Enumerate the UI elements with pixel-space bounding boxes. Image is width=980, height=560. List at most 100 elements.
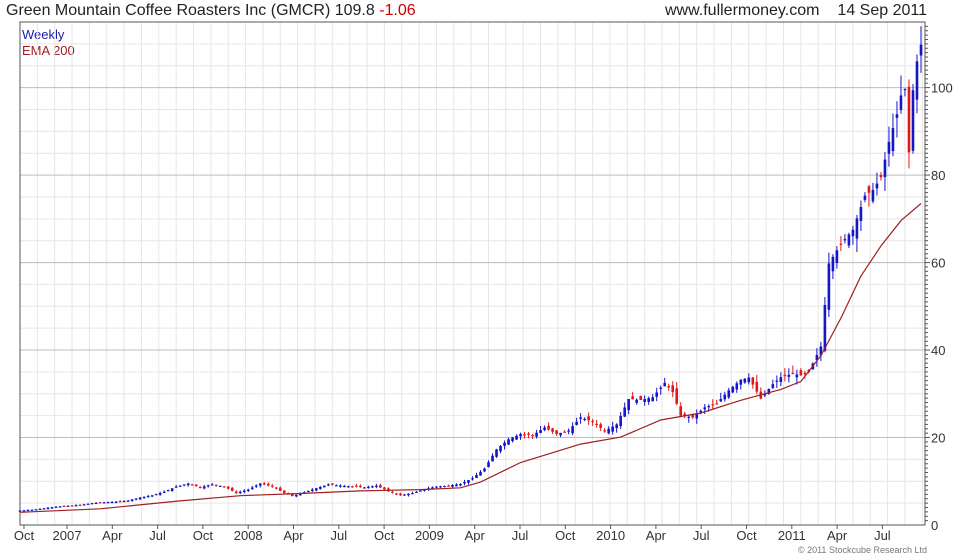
candle-body — [583, 418, 586, 421]
candle-body — [575, 421, 578, 425]
x-tick-label: Jul — [149, 528, 166, 543]
candle-body — [723, 394, 727, 400]
candle-body — [663, 382, 667, 387]
candle-body — [162, 491, 166, 493]
candle-body — [419, 490, 422, 492]
candle-body — [399, 493, 402, 496]
candle-body — [875, 183, 879, 189]
candle-body — [359, 485, 362, 488]
candle-body — [827, 263, 831, 310]
candle-body — [363, 487, 366, 489]
candle-body — [623, 407, 626, 417]
candle-body — [739, 379, 743, 385]
candle-body — [266, 483, 270, 486]
candle-body — [523, 434, 526, 436]
candle-body — [783, 374, 787, 377]
candle-body — [295, 494, 298, 497]
candle-body — [82, 504, 86, 506]
candle-body — [743, 378, 747, 383]
candle-body — [591, 420, 594, 423]
candle-body — [78, 504, 82, 506]
candle-body — [895, 114, 899, 118]
candle-body — [831, 256, 835, 272]
candle-body — [218, 485, 222, 487]
x-tick-label: Apr — [283, 528, 304, 543]
y-tick-label: 20 — [931, 431, 945, 446]
y-tick-label: 60 — [931, 256, 945, 271]
candle-body — [851, 229, 855, 237]
candle-body — [134, 498, 138, 500]
y-tick-label: 0 — [931, 518, 938, 533]
candle-body — [543, 427, 546, 431]
candle-body — [455, 484, 458, 487]
candle-body — [475, 474, 478, 479]
candle-body — [355, 485, 358, 487]
candle-body — [879, 174, 883, 178]
candle-body — [210, 484, 214, 486]
candle-body — [627, 399, 630, 411]
y-tick-label: 40 — [931, 343, 945, 358]
candle-body — [535, 432, 538, 437]
candle-body — [347, 486, 350, 488]
copyright-credit: © 2011 Stockcube Research Ltd — [797, 545, 927, 555]
candle-body — [547, 425, 550, 430]
candle-body — [186, 483, 190, 486]
candle-body — [823, 304, 827, 351]
candle-body — [58, 506, 62, 508]
candle-body — [331, 483, 334, 485]
candle-body — [903, 88, 907, 91]
candle-body — [671, 385, 675, 393]
candle-body — [795, 374, 799, 378]
candle-body — [919, 44, 923, 56]
candle-body — [230, 487, 234, 491]
y-tick-label: 80 — [931, 168, 945, 183]
candle-body — [527, 433, 530, 435]
candle-body — [335, 485, 338, 487]
candle-body — [351, 486, 354, 488]
candle-body — [234, 491, 238, 494]
x-tick-label: Jul — [874, 528, 891, 543]
candle-body — [883, 159, 887, 178]
candle-body — [274, 487, 278, 489]
candle-body — [66, 505, 70, 507]
candle-body — [731, 386, 735, 393]
candle-body — [611, 426, 614, 432]
candle-body — [154, 494, 158, 496]
candle-body — [907, 86, 911, 153]
candle-body — [395, 493, 398, 495]
candle-body — [375, 485, 378, 488]
candle-body — [158, 492, 162, 495]
x-tick-label: Oct — [193, 528, 214, 543]
candle-body — [431, 487, 434, 489]
plot-frame — [19, 21, 926, 526]
candle-body — [799, 370, 803, 376]
candle-body — [142, 496, 146, 498]
candle-body — [118, 501, 122, 503]
candle-body — [727, 390, 731, 398]
candle-body — [22, 510, 26, 512]
candle-body — [90, 503, 94, 505]
candle-body — [415, 491, 418, 493]
candle-body — [42, 508, 46, 510]
candle-body — [178, 485, 182, 487]
candle-body — [699, 410, 703, 413]
x-tick-label: 2011 — [778, 528, 806, 543]
candle-body — [278, 487, 282, 491]
candle-body — [238, 491, 242, 494]
candle-body — [70, 505, 74, 507]
candle-body — [435, 486, 438, 488]
candle-body — [403, 494, 406, 496]
candle-body — [555, 430, 558, 435]
x-tick-label: Oct — [14, 528, 35, 543]
candle-body — [803, 372, 807, 375]
candle-body — [715, 403, 719, 405]
candle-body — [859, 207, 863, 222]
candle-body — [270, 485, 274, 487]
candle-body — [226, 486, 230, 489]
candle-body — [607, 428, 610, 434]
candle-body — [791, 372, 795, 375]
candle-body — [166, 490, 170, 492]
candle-body — [703, 407, 707, 410]
candle-body — [643, 399, 646, 402]
candle-body — [126, 500, 130, 502]
